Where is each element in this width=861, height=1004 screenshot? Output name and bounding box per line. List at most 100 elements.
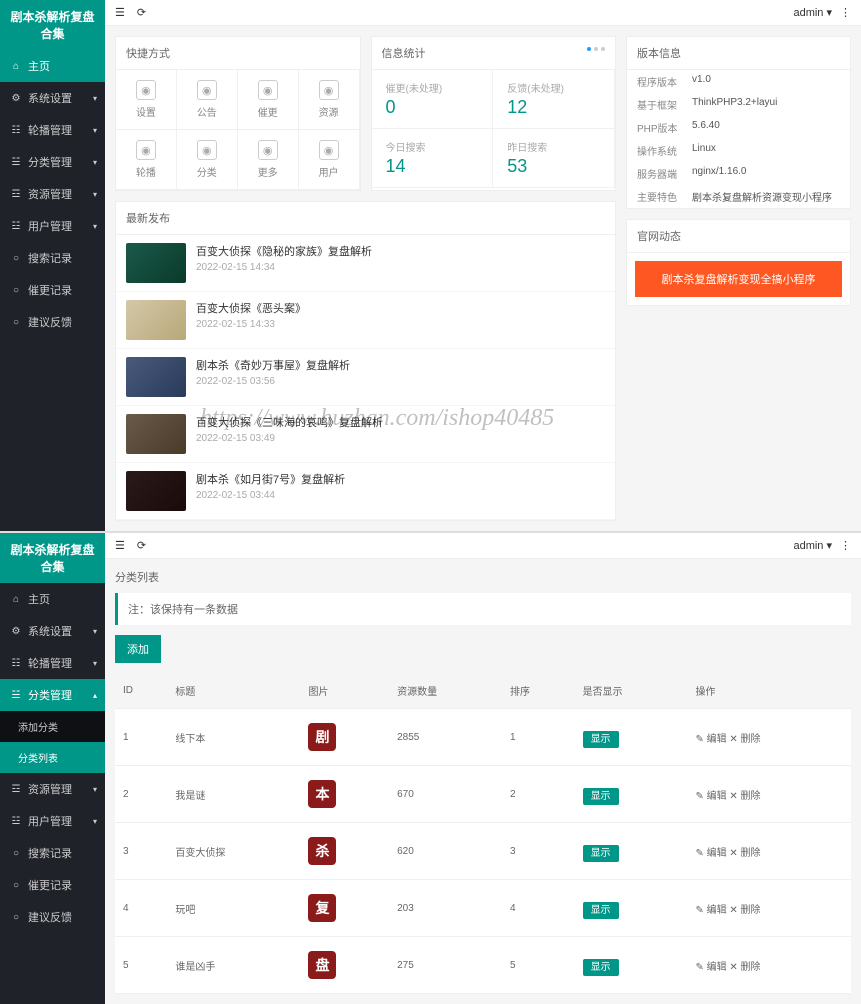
stat-label: 反馈(未处理) xyxy=(507,80,600,95)
nav-item-分类管理[interactable]: ☱分类管理▴ xyxy=(0,679,105,711)
add-button[interactable]: 添加 xyxy=(115,635,161,663)
cell-image: 杀 xyxy=(300,823,389,880)
visible-badge[interactable]: 显示 xyxy=(583,959,619,976)
chevron-icon: ▾ xyxy=(93,190,97,199)
nav-icon: ○ xyxy=(10,847,22,859)
nav-item-建议反馈[interactable]: ○建议反馈 xyxy=(0,901,105,933)
visible-badge[interactable]: 显示 xyxy=(583,731,619,748)
nav-item-主页[interactable]: ⌂主页 xyxy=(0,583,105,615)
quick-item-用户[interactable]: ◉用户 xyxy=(299,130,360,190)
user-menu[interactable]: admin ▾ xyxy=(793,6,832,19)
cell-visible: 显示 xyxy=(575,937,688,994)
refresh-icon[interactable]: ⟳ xyxy=(137,6,146,19)
stat-value: 0 xyxy=(386,97,479,118)
more-icon[interactable]: ⋮ xyxy=(840,6,851,19)
cell-sort: 3 xyxy=(502,823,575,880)
nav-item-催更记录[interactable]: ○催更记录 xyxy=(0,869,105,901)
nav-item-资源管理[interactable]: ☲资源管理▾ xyxy=(0,178,105,210)
nav-label: 资源管理 xyxy=(28,186,72,202)
nav-label: 分类管理 xyxy=(28,687,72,703)
news-item[interactable]: 百变大侦探《恶头案》2022-02-15 14:33 xyxy=(116,292,615,349)
cell-actions: ✎ 编辑 ✕ 删除 xyxy=(687,823,851,880)
quick-item-设置[interactable]: ◉设置 xyxy=(116,70,177,130)
nav-item-轮播管理[interactable]: ☷轮播管理▾ xyxy=(0,114,105,146)
nav-item-系统设置[interactable]: ⚙系统设置▾ xyxy=(0,82,105,114)
delete-link[interactable]: ✕ 删除 xyxy=(729,791,760,802)
notice: 注：该保持有一条数据 xyxy=(115,593,851,625)
info-val: 5.6.40 xyxy=(692,120,720,135)
table-header: 标题 xyxy=(167,673,300,709)
news-thumbnail xyxy=(126,414,186,454)
nav-icon: ☷ xyxy=(10,124,22,136)
chevron-icon: ▾ xyxy=(93,94,97,103)
nav-item-建议反馈[interactable]: ○建议反馈 xyxy=(0,306,105,338)
nav-label: 用户管理 xyxy=(28,813,72,829)
nav-icon: ○ xyxy=(10,911,22,923)
nav-icon: ⌂ xyxy=(10,593,22,605)
nav-item-用户管理[interactable]: ☳用户管理▾ xyxy=(0,805,105,837)
app-logo-2: 剧本杀解析复盘合集 xyxy=(0,533,105,583)
nav-item-催更记录[interactable]: ○催更记录 xyxy=(0,274,105,306)
quick-item-资源[interactable]: ◉资源 xyxy=(299,70,360,130)
more-icon[interactable]: ⋮ xyxy=(840,539,851,552)
quick-item-更多[interactable]: ◉更多 xyxy=(238,130,299,190)
edit-link[interactable]: ✎ 编辑 xyxy=(695,962,726,973)
delete-link[interactable]: ✕ 删除 xyxy=(729,734,760,745)
nav-item-添加分类[interactable]: 添加分类 xyxy=(0,711,105,742)
quick-item-公告[interactable]: ◉公告 xyxy=(177,70,238,130)
quick-icon: ◉ xyxy=(197,80,217,100)
edit-link[interactable]: ✎ 编辑 xyxy=(695,905,726,916)
news-item[interactable]: 百变大侦探《隐秘的家族》复盘解析2022-02-15 14:34 xyxy=(116,235,615,292)
quick-item-分类[interactable]: ◉分类 xyxy=(177,130,238,190)
menu-toggle-icon[interactable]: ☰ xyxy=(115,539,125,552)
nav-item-主页[interactable]: ⌂主页 xyxy=(0,50,105,82)
visible-badge[interactable]: 显示 xyxy=(583,788,619,805)
info-val: 剧本杀复盘解析资源变现小程序 xyxy=(692,189,832,204)
stat-cell: 催更(未处理)0 xyxy=(372,70,494,129)
nav-icon: ☳ xyxy=(10,220,22,232)
cell-count: 275 xyxy=(389,937,502,994)
nav-item-搜索记录[interactable]: ○搜索记录 xyxy=(0,837,105,869)
user-menu[interactable]: admin ▾ xyxy=(793,539,832,552)
table-row: 4玩吧复2034显示✎ 编辑 ✕ 删除 xyxy=(115,880,851,937)
chevron-icon: ▾ xyxy=(93,158,97,167)
quick-icon: ◉ xyxy=(136,80,156,100)
nav-label: 添加分类 xyxy=(18,719,58,734)
delete-link[interactable]: ✕ 删除 xyxy=(729,905,760,916)
delete-link[interactable]: ✕ 删除 xyxy=(729,962,760,973)
nav-item-资源管理[interactable]: ☲资源管理▾ xyxy=(0,773,105,805)
quick-title: 快捷方式 xyxy=(116,37,360,70)
menu-toggle-icon[interactable]: ☰ xyxy=(115,6,125,19)
nav-label: 系统设置 xyxy=(28,90,72,106)
delete-link[interactable]: ✕ 删除 xyxy=(729,848,760,859)
edit-link[interactable]: ✎ 编辑 xyxy=(695,791,726,802)
chevron-icon: ▾ xyxy=(93,817,97,826)
info-row: PHP版本5.6.40 xyxy=(627,116,850,139)
quick-item-轮播[interactable]: ◉轮播 xyxy=(116,130,177,190)
news-item[interactable]: 剧本杀《如月街7号》复盘解析2022-02-15 03:44 xyxy=(116,463,615,520)
nav-item-系统设置[interactable]: ⚙系统设置▾ xyxy=(0,615,105,647)
refresh-icon[interactable]: ⟳ xyxy=(137,539,146,552)
visible-badge[interactable]: 显示 xyxy=(583,845,619,862)
news-item-time: 2022-02-15 03:49 xyxy=(196,433,383,444)
nav-icon: ○ xyxy=(10,316,22,328)
cell-id: 2 xyxy=(115,766,167,823)
nav-item-搜索记录[interactable]: ○搜索记录 xyxy=(0,242,105,274)
nav-item-分类管理[interactable]: ☱分类管理▾ xyxy=(0,146,105,178)
nav-item-轮播管理[interactable]: ☷轮播管理▾ xyxy=(0,647,105,679)
nav-label: 分类管理 xyxy=(28,154,72,170)
nav-item-用户管理[interactable]: ☳用户管理▾ xyxy=(0,210,105,242)
cell-visible: 显示 xyxy=(575,766,688,823)
edit-link[interactable]: ✎ 编辑 xyxy=(695,734,726,745)
table-header: ID xyxy=(115,673,167,709)
quick-item-催更[interactable]: ◉催更 xyxy=(238,70,299,130)
edit-link[interactable]: ✎ 编辑 xyxy=(695,848,726,859)
news-item[interactable]: 剧本杀《奇妙万事屋》复盘解析2022-02-15 03:56 xyxy=(116,349,615,406)
table-row: 2我是谜本6702显示✎ 编辑 ✕ 删除 xyxy=(115,766,851,823)
nav-item-分类列表[interactable]: 分类列表 xyxy=(0,742,105,773)
official-button[interactable]: 剧本杀复盘解析变现全搞小程序 xyxy=(635,261,842,297)
quick-icon: ◉ xyxy=(319,80,339,100)
visible-badge[interactable]: 显示 xyxy=(583,902,619,919)
stat-label: 昨日搜索 xyxy=(507,139,600,154)
nav-label: 轮播管理 xyxy=(28,122,72,138)
